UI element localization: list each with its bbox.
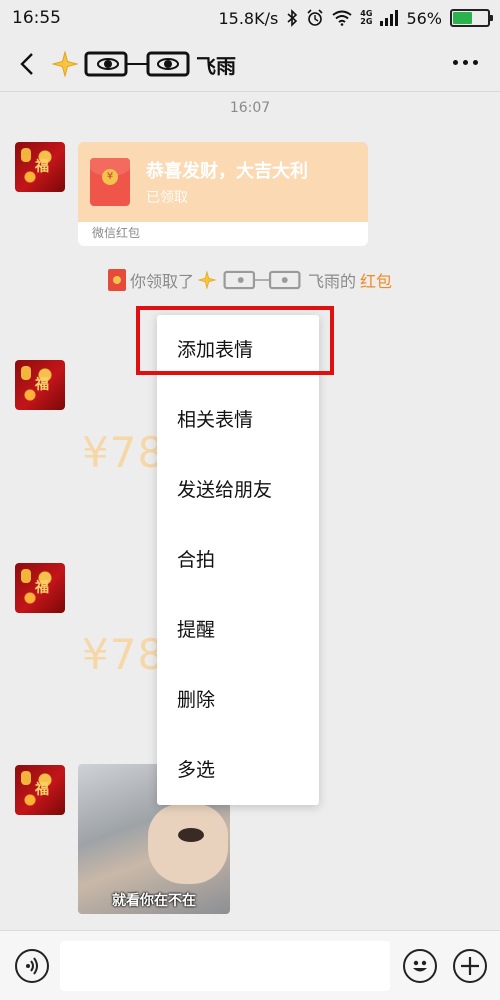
battery-icon <box>450 9 493 27</box>
more-dot-icon <box>463 60 468 65</box>
more-dot-icon <box>473 60 478 65</box>
menu-item-multi-select[interactable]: 多选 <box>157 735 319 805</box>
back-arrow-icon <box>20 53 33 75</box>
chat-header: 飞雨 <box>0 36 500 92</box>
alarm-icon <box>306 9 324 27</box>
red-packet-footer: 微信红包 <box>78 222 368 246</box>
sparkle-icon <box>52 51 78 77</box>
status-bar: 16:55 15.8K/s 4G 2G 56% <box>0 0 500 36</box>
glasses-eyes-icon <box>223 270 301 290</box>
sender-avatar[interactable]: 福 <box>15 142 65 192</box>
battery-percent: 56% <box>406 8 442 28</box>
network-speed: 15.8K/s <box>218 8 279 28</box>
lantern-icon <box>21 771 31 785</box>
plus-icon <box>461 957 479 975</box>
red-packet-text: 恭喜发财，大吉大利 已领取 <box>146 157 308 207</box>
network-type: 4G 2G <box>360 10 372 26</box>
emoji-button[interactable] <box>403 949 437 983</box>
fu-character-icon: 福 <box>35 377 49 393</box>
chat-title[interactable]: 飞雨 <box>52 48 236 80</box>
wifi-icon <box>332 10 352 26</box>
menu-item-add-sticker[interactable]: 添加表情 <box>157 315 319 385</box>
sender-avatar[interactable]: 福 <box>15 765 65 815</box>
red-packet-icon <box>90 158 130 206</box>
signal-icon <box>380 10 399 26</box>
system-message-name: 飞雨的 <box>307 272 356 291</box>
menu-item-delete[interactable]: 删除 <box>157 665 319 735</box>
chat-title-text: 飞雨 <box>196 53 236 78</box>
battery-fill <box>453 12 473 24</box>
message-text-input[interactable] <box>60 941 390 991</box>
menu-item-remind[interactable]: 提醒 <box>157 595 319 665</box>
lantern-icon <box>21 569 31 583</box>
smiley-icon <box>413 960 427 972</box>
red-packet-body: 恭喜发财，大吉大利 已领取 <box>78 142 368 222</box>
more-options-button[interactable] <box>453 60 478 65</box>
more-functions-button[interactable] <box>453 949 487 983</box>
menu-item-duet[interactable]: 合拍 <box>157 525 319 595</box>
lantern-icon <box>21 148 31 162</box>
more-dot-icon <box>453 60 458 65</box>
sender-avatar[interactable]: 福 <box>15 360 65 410</box>
status-time: 16:55 <box>12 8 61 28</box>
status-indicators: 15.8K/s 4G 2G 56% <box>218 0 493 36</box>
red-packet-message[interactable]: 恭喜发财，大吉大利 已领取 微信红包 <box>78 142 368 246</box>
back-button[interactable] <box>14 49 44 79</box>
menu-item-send-to-friend[interactable]: 发送给朋友 <box>157 455 319 525</box>
message-input-bar <box>0 930 500 1000</box>
network-type-bottom: 2G <box>360 17 373 26</box>
system-message: 你领取了 飞雨的 红包 <box>0 268 500 292</box>
glasses-eyes-icon <box>84 51 190 77</box>
voice-icon <box>26 957 38 975</box>
message-context-menu: 添加表情 相关表情 发送给朋友 合拍 提醒 删除 多选 <box>157 315 319 805</box>
bluetooth-icon <box>286 9 298 27</box>
sparkle-icon <box>197 271 216 289</box>
red-packet-link[interactable]: 红包 <box>360 268 392 292</box>
amount-emoji-message[interactable]: ¥78 <box>82 630 165 679</box>
amount-emoji-message[interactable]: ¥78 <box>82 428 165 477</box>
fu-character-icon: 福 <box>35 782 49 798</box>
system-message-prefix: 你领取了 <box>129 272 194 291</box>
red-packet-small-icon <box>107 269 126 291</box>
gif-caption: 就看你在不在 <box>112 893 196 909</box>
red-packet-title: 恭喜发财，大吉大利 <box>146 161 308 182</box>
menu-item-related-stickers[interactable]: 相关表情 <box>157 385 319 455</box>
voice-input-button[interactable] <box>15 949 49 983</box>
red-packet-status: 已领取 <box>146 190 188 206</box>
fu-character-icon: 福 <box>35 159 49 175</box>
fu-character-icon: 福 <box>35 580 49 596</box>
message-timestamp: 16:07 <box>229 100 271 116</box>
lantern-icon <box>21 366 31 380</box>
dog-image <box>148 804 228 884</box>
sender-avatar[interactable]: 福 <box>15 563 65 613</box>
